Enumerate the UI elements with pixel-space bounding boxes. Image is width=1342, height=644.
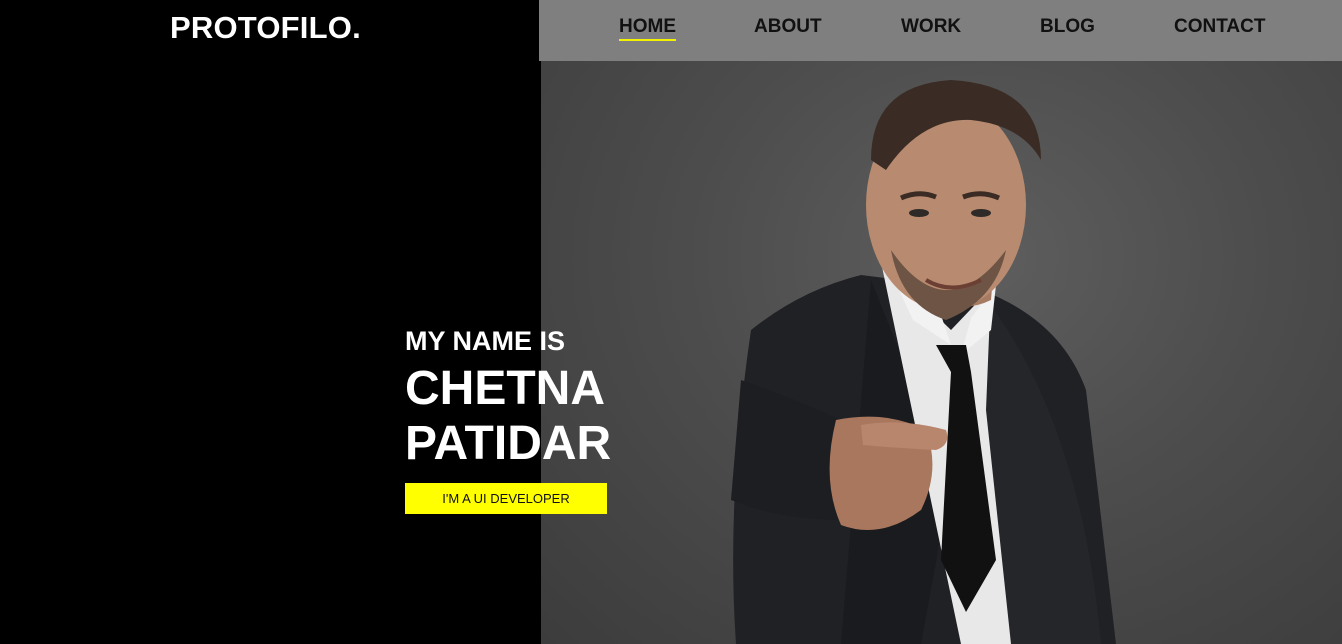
portfolio-page: PROTOFILO. HOME ABOUT WORK BLOG CONTACT … [0,0,1342,644]
hero-name-first: CHETNA [405,362,605,415]
nav-about-link[interactable]: ABOUT [754,16,822,38]
left-panel: PROTOFILO. [0,0,541,644]
portrait-image [731,80,1116,644]
nav-home-link[interactable]: HOME [619,16,676,41]
nav-blog-link[interactable]: BLOG [1040,16,1095,38]
main-navigation: HOME ABOUT WORK BLOG CONTACT [539,0,1342,61]
role-badge-button[interactable]: I'M A UI DEVELOPER [405,483,607,514]
hero-intro: MY NAME IS [405,326,566,356]
site-logo[interactable]: PROTOFILO. [170,10,361,46]
nav-work-link[interactable]: WORK [901,16,961,38]
hero-text-block: MY NAME IS CHETNA PATIDAR I'M A UI DEVEL… [405,325,611,514]
hero-name-last: PATIDAR [405,417,612,470]
nav-contact-link[interactable]: CONTACT [1174,16,1265,38]
hero-photo [541,0,1342,644]
